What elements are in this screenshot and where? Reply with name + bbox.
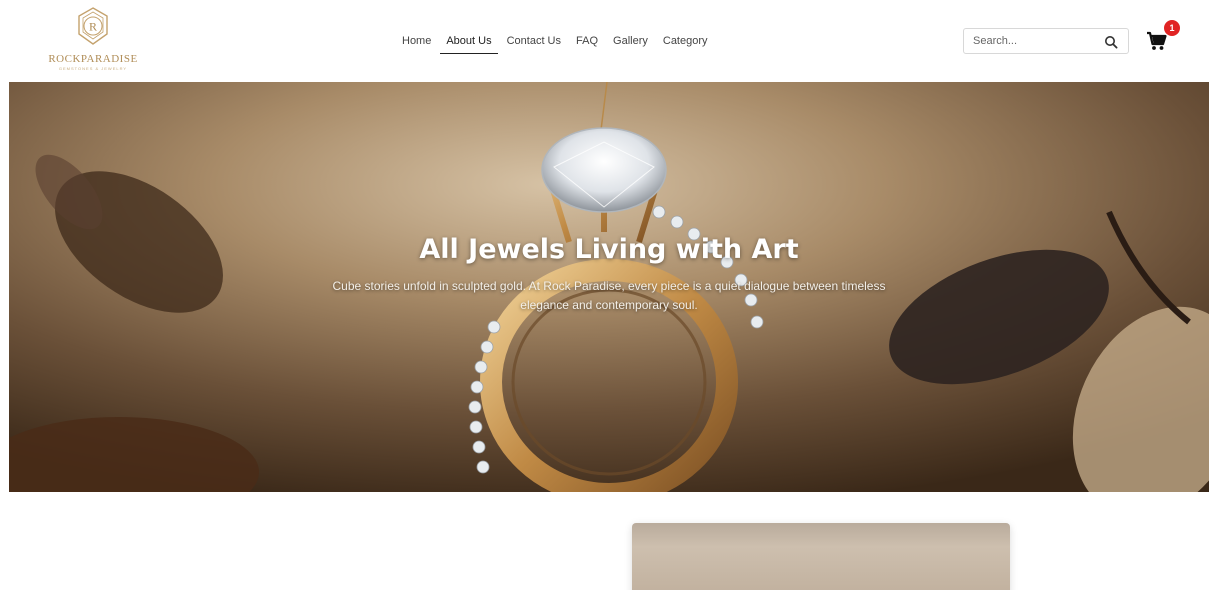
hero-subtitle: Cube stories unfold in sculpted gold. At…	[332, 279, 886, 312]
cart-count-badge: 1	[1164, 20, 1180, 36]
main-nav: Home About Us Contact Us FAQ Gallery Cat…	[396, 33, 717, 54]
nav-about-us[interactable]: About Us	[440, 33, 498, 54]
svg-text:R: R	[89, 20, 97, 34]
nav-home[interactable]: Home	[396, 33, 437, 54]
feature-image-card	[632, 523, 1010, 590]
nav-gallery[interactable]: Gallery	[607, 33, 654, 54]
hero-title: All Jewels Living with Art	[419, 234, 799, 265]
search-icon[interactable]	[1104, 35, 1118, 49]
brand-logo[interactable]: R ROCKPARADISE GEMSTONES & JEWELRY	[48, 6, 138, 76]
hero-banner: All Jewels Living with Art Cube stories …	[9, 82, 1209, 492]
brand-name: ROCKPARADISE	[48, 53, 138, 65]
logo-emblem-icon: R	[78, 7, 108, 45]
brand-tagline: GEMSTONES & JEWELRY	[58, 66, 128, 71]
search-input[interactable]	[964, 35, 1094, 47]
search-box	[963, 28, 1129, 54]
nav-contact-us[interactable]: Contact Us	[501, 33, 567, 54]
nav-faq[interactable]: FAQ	[570, 33, 604, 54]
cart-icon[interactable]	[1146, 30, 1168, 52]
hero-text: All Jewels Living with Art Cube stories …	[9, 234, 1209, 315]
site-header: R ROCKPARADISE GEMSTONES & JEWELRY Home …	[0, 0, 1212, 82]
nav-category[interactable]: Category	[657, 33, 714, 54]
